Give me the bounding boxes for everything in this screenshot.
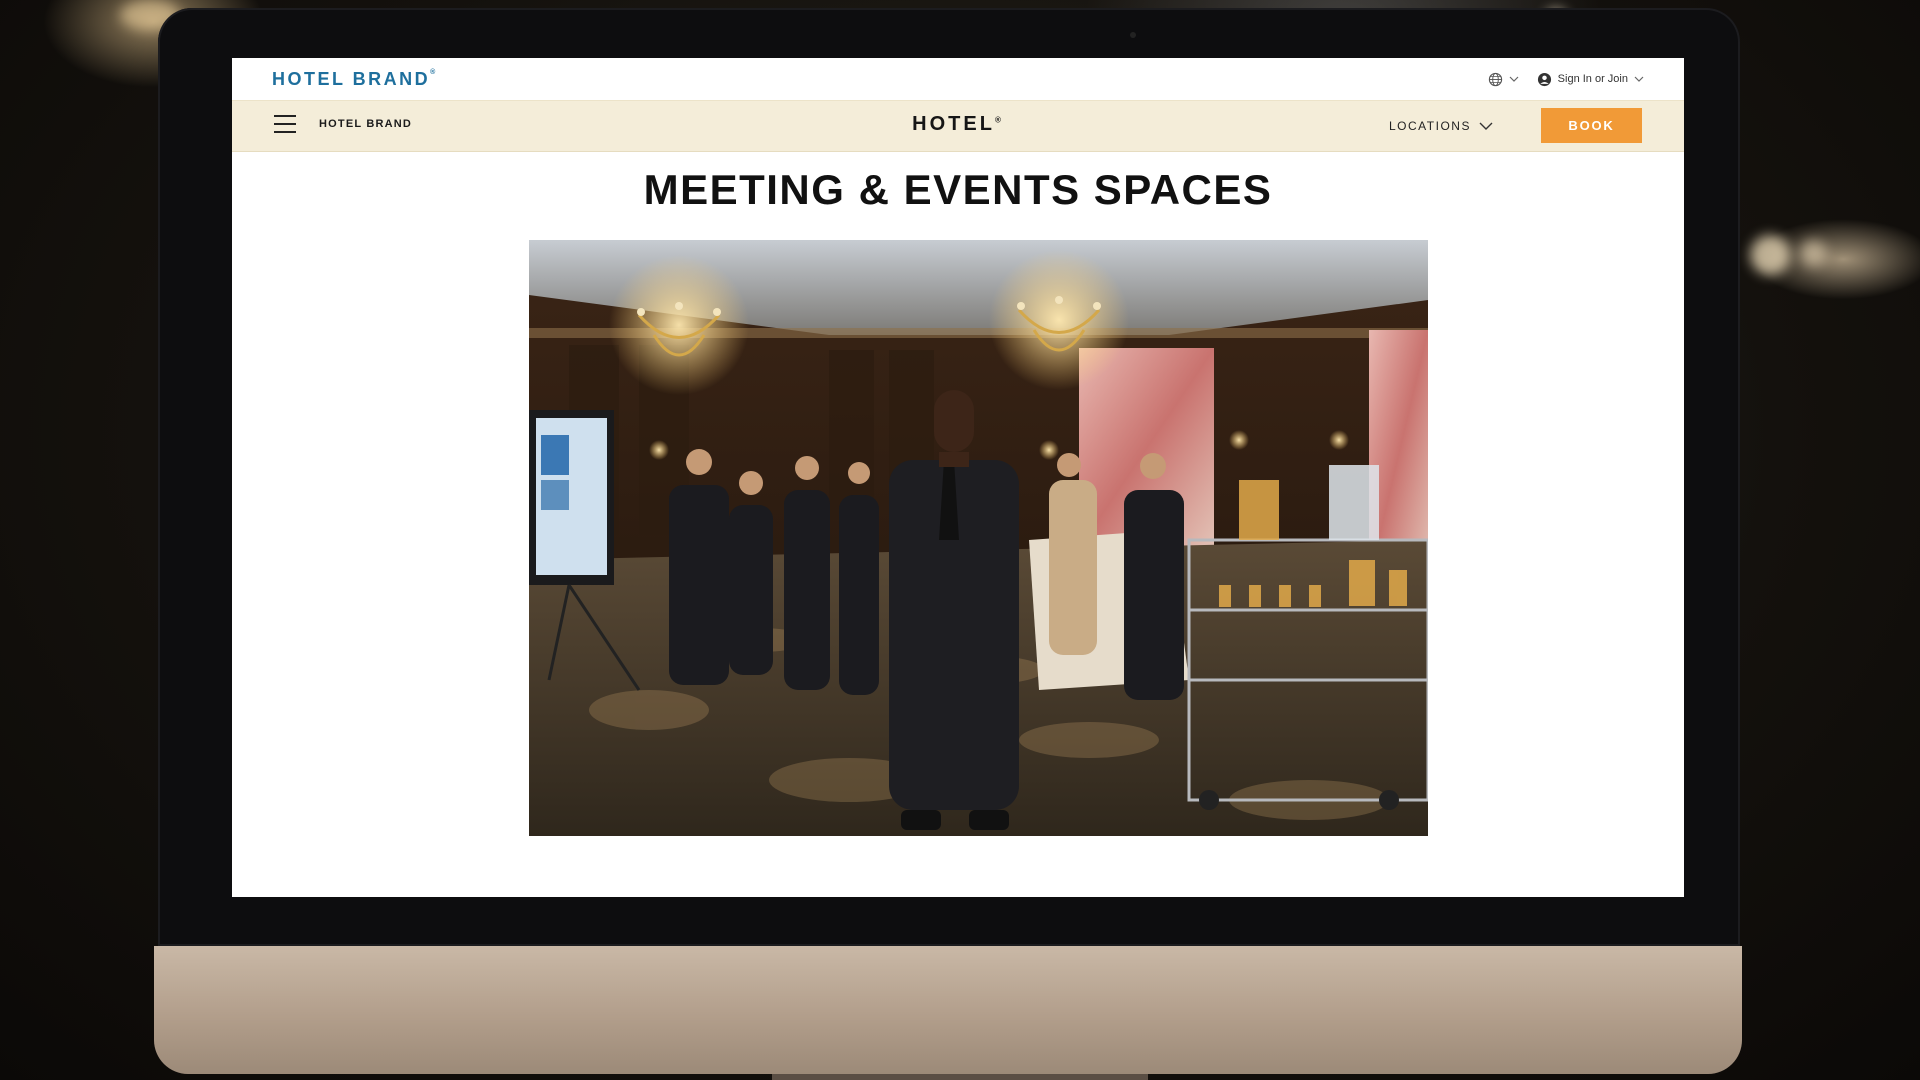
locations-label: LOCATIONS <box>1389 119 1471 133</box>
bokeh-light <box>1800 240 1826 266</box>
sign-in-link: Sign In or Join <box>1557 73 1628 85</box>
chevron-down-icon <box>1479 122 1493 130</box>
monitor-chin <box>154 946 1742 1074</box>
camera-dot <box>1130 32 1136 38</box>
book-button[interactable]: BOOK <box>1541 108 1642 143</box>
chevron-down-icon <box>1634 76 1644 82</box>
brand-logo-mark: ® <box>430 68 438 76</box>
brand-logo[interactable]: HOTEL BRAND® <box>272 69 438 90</box>
account-menu[interactable]: Sign In or Join <box>1537 72 1644 87</box>
brand-logo-text: HOTEL BRAND <box>272 68 431 89</box>
hotel-logo-text: HOTEL <box>912 113 995 135</box>
hero-image-event-ballroom <box>529 240 1428 836</box>
main-navigation: HOTEL BRAND HOTEL® LOCATIONS BOOK <box>232 100 1684 152</box>
hotel-logo-mark: ® <box>994 115 1004 125</box>
bokeh-light <box>1750 235 1790 275</box>
utility-links: Sign In or Join <box>1488 58 1644 100</box>
user-circle-icon <box>1537 72 1551 86</box>
page-title: MEETING & EVENTS SPACES <box>643 166 1273 213</box>
language-selector[interactable] <box>1488 72 1519 87</box>
monitor-stand <box>772 1074 1148 1080</box>
browser-page: HOTEL BRAND® Sign In or Join HOTEL BRAND… <box>232 58 1684 897</box>
globe-icon <box>1488 72 1502 86</box>
chevron-down-icon <box>1509 76 1519 82</box>
locations-dropdown[interactable]: LOCATIONS <box>1389 119 1493 133</box>
utility-bar: HOTEL BRAND® Sign In or Join <box>232 58 1684 100</box>
